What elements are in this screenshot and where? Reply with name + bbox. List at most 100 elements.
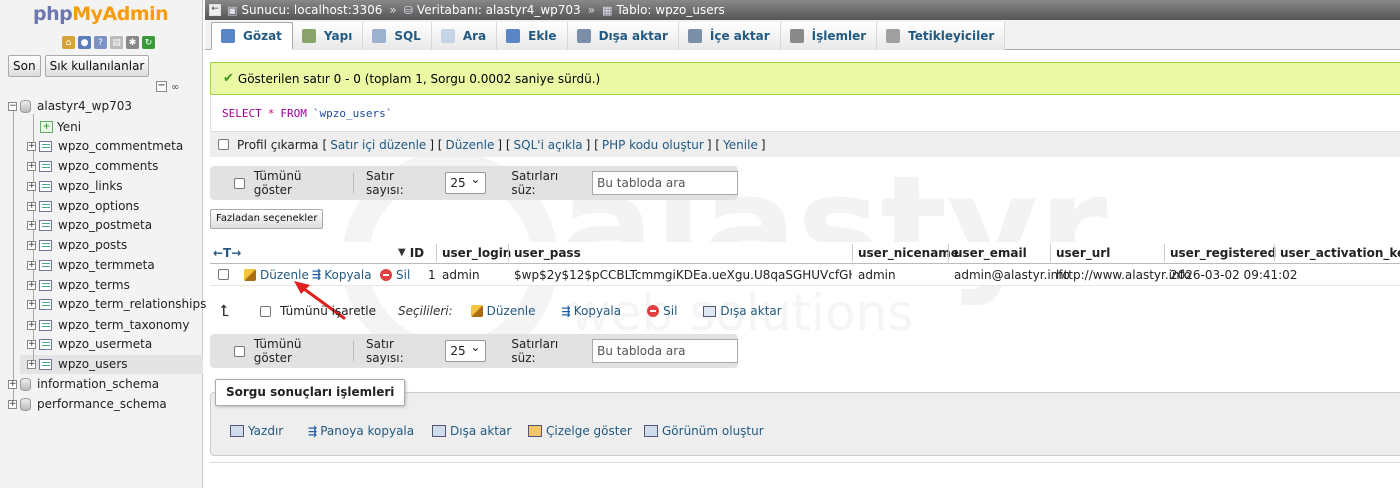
column-header-user-pass[interactable]: user_pass bbox=[514, 242, 581, 263]
tree-line bbox=[13, 111, 14, 404]
reload-icon[interactable]: ↻ bbox=[142, 36, 155, 49]
tree-table-item[interactable]: + wpzo_terms bbox=[27, 275, 130, 295]
settings-gear-icon[interactable]: ✱ bbox=[126, 36, 139, 49]
column-header-user-url[interactable]: user_url bbox=[1056, 242, 1110, 263]
cell-user-pass[interactable]: $wp$2y$12$pCCBLTcmmgiKDEa.ueXgu.U8qaSGHU… bbox=[514, 264, 852, 285]
edit-query-link[interactable]: Düzenle bbox=[446, 138, 495, 152]
cell-user-email[interactable]: admin@alastyr.info bbox=[954, 264, 1070, 285]
tree-table-item-selected[interactable]: + wpzo_users bbox=[27, 354, 128, 374]
expand-icon[interactable]: + bbox=[27, 220, 36, 230]
tree-table-item[interactable]: + wpzo_term_taxonomy bbox=[27, 315, 189, 335]
column-header-user-registered[interactable]: user_registered bbox=[1170, 242, 1276, 263]
collapse-icon[interactable]: − bbox=[8, 101, 17, 111]
toggle-nav-icon[interactable]: ← bbox=[209, 4, 221, 16]
tree-table-item[interactable]: + wpzo_usermeta bbox=[27, 334, 152, 354]
home-icon[interactable]: ⌂ bbox=[62, 36, 75, 49]
search-icon bbox=[440, 29, 455, 43]
tab-sql[interactable]: SQL bbox=[363, 22, 432, 50]
bulk-delete-button[interactable]: Sil bbox=[647, 304, 677, 318]
check-all-checkbox[interactable] bbox=[260, 305, 271, 317]
expand-icon[interactable]: + bbox=[27, 359, 36, 369]
column-header-user-nicename[interactable]: user_nicename bbox=[858, 242, 959, 263]
breadcrumb-table[interactable]: Tablo: wpzo_users bbox=[616, 3, 724, 17]
column-nav-arrows[interactable]: ←T→ bbox=[213, 242, 241, 263]
create-php-code-link[interactable]: PHP kodu oluştur bbox=[602, 138, 704, 152]
expand-icon[interactable]: + bbox=[27, 299, 36, 309]
check-all-label[interactable]: Tümünü işaretle bbox=[280, 304, 376, 318]
tree-table-item[interactable]: + wpzo_options bbox=[27, 196, 139, 216]
collapse-all-icon[interactable]: − bbox=[156, 81, 167, 92]
inline-edit-link[interactable]: Satır içi düzenle bbox=[330, 138, 426, 152]
bulk-edit-button[interactable]: Düzenle bbox=[470, 304, 536, 318]
docs-icon[interactable]: ▤ bbox=[110, 36, 123, 49]
expand-icon[interactable]: + bbox=[27, 240, 36, 250]
show-all-checkbox[interactable] bbox=[234, 177, 245, 189]
profiling-checkbox[interactable] bbox=[218, 139, 229, 150]
phpmyadmin-logo[interactable]: phpMyAdmin bbox=[33, 3, 169, 25]
print-button[interactable]: Yazdır bbox=[230, 420, 283, 442]
rows-per-page-select[interactable]: 25 bbox=[445, 340, 487, 362]
logout-icon[interactable]: ● bbox=[78, 36, 91, 49]
column-header-user-login[interactable]: user_login bbox=[442, 242, 511, 263]
expand-icon[interactable]: + bbox=[27, 339, 36, 349]
tree-db-alastyr4-wp703[interactable]: − alastyr4_wp703 bbox=[8, 96, 132, 116]
cell-user-login[interactable]: admin bbox=[442, 264, 480, 285]
bulk-export-button[interactable]: Dışa aktar bbox=[703, 304, 782, 318]
tab-structure[interactable]: Yapı bbox=[292, 22, 364, 50]
recent-tables-button[interactable]: Son bbox=[8, 55, 41, 77]
tree-db-performance-schema[interactable]: + performance_schema bbox=[8, 394, 167, 414]
cell-user-registered[interactable]: 2026-03-02 09:41:02 bbox=[1170, 264, 1297, 285]
tree-table-item[interactable]: + wpzo_posts bbox=[27, 235, 127, 255]
expand-icon[interactable]: + bbox=[27, 141, 36, 151]
export-button[interactable]: Dışa aktar bbox=[432, 420, 511, 442]
row-checkbox[interactable] bbox=[218, 269, 229, 280]
expand-icon[interactable]: + bbox=[8, 399, 17, 409]
tree-table-item[interactable]: + wpzo_postmeta bbox=[27, 215, 152, 235]
expand-icon[interactable]: + bbox=[27, 320, 36, 330]
column-header-user-email[interactable]: user_email bbox=[954, 242, 1027, 263]
breadcrumb-server[interactable]: Sunucu: localhost:3306 bbox=[241, 3, 382, 17]
filter-rows-input[interactable]: Bu tabloda ara bbox=[592, 339, 738, 363]
tree-db-information-schema[interactable]: + information_schema bbox=[8, 374, 159, 394]
expand-icon[interactable]: + bbox=[27, 201, 36, 211]
favorite-tables-button[interactable]: Sık kullanılanlar bbox=[44, 55, 150, 77]
tree-table-item[interactable]: + wpzo_comments bbox=[27, 156, 158, 176]
expand-icon[interactable]: + bbox=[8, 379, 17, 389]
column-header-id[interactable]: ▼ ID bbox=[398, 242, 424, 263]
sql-query-display: SELECT * FROM `wpzo_users` bbox=[210, 96, 1400, 130]
display-chart-button[interactable]: Çizelge göster bbox=[528, 420, 632, 442]
help-icon[interactable]: ? bbox=[94, 36, 107, 49]
link-with-main-panel-icon[interactable]: ∞ bbox=[171, 82, 179, 93]
table-icon bbox=[39, 259, 52, 271]
tree-table-item[interactable]: + wpzo_links bbox=[27, 176, 123, 196]
bulk-copy-button[interactable]: ⇶ Kopyala bbox=[562, 304, 622, 318]
rows-per-page-select[interactable]: 25 bbox=[445, 172, 487, 194]
cell-user-nicename[interactable]: admin bbox=[858, 264, 896, 285]
copy-to-clipboard-button[interactable]: ⇶ Panoya kopyala bbox=[308, 420, 414, 442]
tree-table-item[interactable]: + wpzo_term_relationships bbox=[27, 294, 206, 314]
tab-search[interactable]: Ara bbox=[431, 22, 498, 50]
breadcrumb-database[interactable]: Veritabanı: alastyr4_wp703 bbox=[417, 3, 581, 17]
tab-insert[interactable]: Ekle bbox=[497, 22, 568, 50]
expand-icon[interactable]: + bbox=[27, 260, 36, 270]
tab-operations[interactable]: İşlemler bbox=[780, 22, 878, 50]
filter-rows-input[interactable]: Bu tabloda ara bbox=[592, 171, 738, 195]
column-header-user-activation-key[interactable]: user_activation_key bbox=[1280, 242, 1400, 263]
create-view-button[interactable]: Görünüm oluştur bbox=[644, 420, 764, 442]
explain-sql-link[interactable]: SQL'i açıkla bbox=[514, 138, 583, 152]
tab-import[interactable]: İçe aktar bbox=[678, 22, 781, 50]
expand-icon[interactable]: + bbox=[27, 161, 36, 171]
row-delete-link[interactable]: Sil bbox=[380, 264, 410, 285]
extra-options-button[interactable]: Fazladan seçenekler bbox=[210, 209, 324, 229]
refresh-link[interactable]: Yenile bbox=[723, 138, 758, 152]
tree-new-table[interactable]: + Yeni bbox=[40, 117, 81, 137]
show-all-checkbox[interactable] bbox=[234, 345, 245, 357]
expand-icon[interactable]: + bbox=[27, 280, 36, 290]
tree-table-item[interactable]: + wpzo_commentmeta bbox=[27, 136, 183, 156]
tab-browse[interactable]: Gözat bbox=[211, 22, 293, 50]
tab-triggers[interactable]: Tetikleyiciler bbox=[877, 22, 1006, 50]
expand-icon[interactable]: + bbox=[27, 181, 36, 191]
tab-export[interactable]: Dışa aktar bbox=[567, 22, 679, 50]
tree-table-item[interactable]: + wpzo_termmeta bbox=[27, 255, 155, 275]
cell-id[interactable]: 1 bbox=[428, 264, 436, 285]
